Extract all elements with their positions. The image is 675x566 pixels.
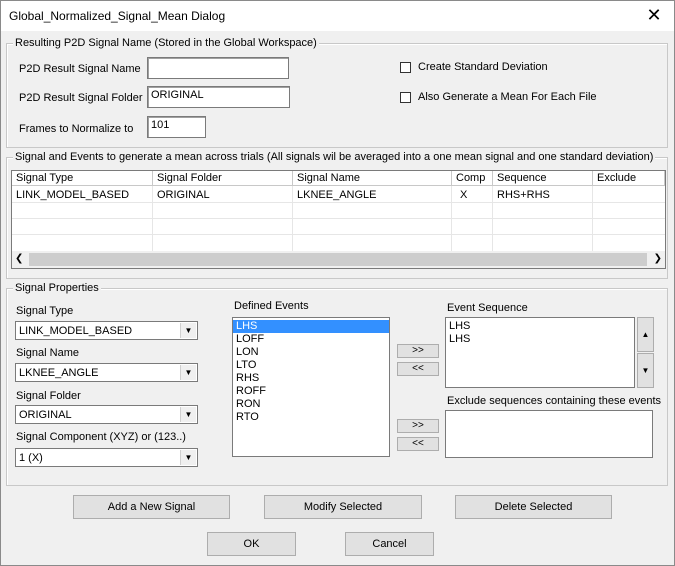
- result-name-input[interactable]: [147, 57, 289, 79]
- chevron-down-icon[interactable]: ▼: [180, 407, 196, 422]
- grid-row-line: [12, 218, 665, 219]
- cell-signal-folder: ORIGINAL: [157, 189, 210, 201]
- cell-signal-type: LINK_MODEL_BASED: [16, 189, 130, 201]
- event-sequence-list[interactable]: LHS LHS: [445, 317, 635, 388]
- window-title: Global_Normalized_Signal_Mean Dialog: [9, 9, 226, 23]
- scroll-right-icon[interactable]: ❯: [654, 253, 662, 264]
- grid-row-line: [12, 202, 665, 203]
- signals-group-label: Signal and Events to generate a mean acr…: [13, 151, 656, 163]
- move-down-button[interactable]: ▼: [637, 353, 654, 388]
- list-item[interactable]: LON: [233, 346, 389, 359]
- cell-comp: X: [460, 189, 468, 201]
- component-select[interactable]: 1 (X) ▼: [15, 448, 198, 467]
- list-item[interactable]: RHS: [233, 372, 389, 385]
- signal-folder-label: Signal Folder: [16, 390, 81, 402]
- signal-type-select[interactable]: LINK_MODEL_BASED ▼: [15, 321, 198, 340]
- horizontal-scrollbar[interactable]: ❮ ❯: [12, 251, 665, 268]
- std-dev-checkbox[interactable]: [400, 62, 411, 73]
- result-name-label: P2D Result Signal Name: [19, 63, 141, 75]
- result-folder-input[interactable]: ORIGINAL: [147, 86, 290, 108]
- mean-each-file-label: Also Generate a Mean For Each File: [418, 91, 597, 103]
- signal-name-label: Signal Name: [16, 347, 79, 359]
- component-value: 1 (X): [19, 452, 43, 464]
- cell-signal-name: LKNEE_ANGLE: [297, 189, 377, 201]
- signals-table[interactable]: Signal Type Signal Folder Signal Name Co…: [11, 170, 666, 269]
- column-header-comp[interactable]: Comp: [452, 171, 493, 186]
- cell-sequence: RHS+RHS: [497, 189, 550, 201]
- exclude-label: Exclude sequences containing these event…: [447, 395, 662, 407]
- std-dev-label: Create Standard Deviation: [418, 61, 548, 73]
- column-header-exclude[interactable]: Exclude: [593, 171, 665, 186]
- arrow-down-icon: ▼: [641, 366, 650, 375]
- list-item[interactable]: LTO: [233, 359, 389, 372]
- event-sequence-label: Event Sequence: [447, 302, 528, 314]
- title-bar: Global_Normalized_Signal_Mean Dialog ✕: [1, 1, 674, 31]
- list-item[interactable]: RON: [233, 398, 389, 411]
- properties-group-label: Signal Properties: [13, 282, 101, 294]
- mean-each-file-checkbox[interactable]: [400, 92, 411, 103]
- grid-row-line: [12, 234, 665, 235]
- defined-events-list[interactable]: LHS LOFF LON LTO RHS ROFF RON RTO: [232, 317, 390, 457]
- list-item[interactable]: LHS: [446, 320, 634, 333]
- column-header-sequence[interactable]: Sequence: [493, 171, 593, 186]
- dialog-window: Global_Normalized_Signal_Mean Dialog ✕ R…: [0, 0, 675, 566]
- signal-folder-select[interactable]: ORIGINAL ▼: [15, 405, 198, 424]
- move-up-button[interactable]: ▲: [637, 317, 654, 352]
- component-label: Signal Component (XYZ) or (123..): [16, 431, 186, 443]
- result-group-label: Resulting P2D Signal Name (Stored in the…: [13, 37, 319, 49]
- column-header-signal-folder[interactable]: Signal Folder: [153, 171, 293, 186]
- cancel-button[interactable]: Cancel: [345, 532, 434, 556]
- scroll-left-icon[interactable]: ❮: [15, 253, 23, 264]
- signal-type-value: LINK_MODEL_BASED: [19, 325, 133, 337]
- delete-selected-button[interactable]: Delete Selected: [455, 495, 612, 519]
- cell-exclude: [593, 188, 665, 202]
- signal-type-label: Signal Type: [16, 305, 74, 317]
- frames-label: Frames to Normalize to: [19, 123, 134, 135]
- close-icon[interactable]: ✕: [644, 5, 664, 25]
- remove-from-sequence-button[interactable]: <<: [397, 362, 439, 376]
- ok-button[interactable]: OK: [207, 532, 296, 556]
- exclude-events-list[interactable]: [445, 410, 653, 458]
- modify-selected-button[interactable]: Modify Selected: [264, 495, 422, 519]
- list-item[interactable]: ROFF: [233, 385, 389, 398]
- arrow-up-icon: ▲: [641, 330, 650, 339]
- add-to-sequence-button[interactable]: >>: [397, 344, 439, 358]
- add-to-exclude-button[interactable]: >>: [397, 419, 439, 433]
- result-folder-label: P2D Result Signal Folder: [19, 92, 143, 104]
- chevron-down-icon[interactable]: ▼: [180, 365, 196, 380]
- chevron-down-icon[interactable]: ▼: [180, 323, 196, 338]
- list-item[interactable]: LHS: [233, 320, 389, 333]
- signal-name-select[interactable]: LKNEE_ANGLE ▼: [15, 363, 198, 382]
- chevron-down-icon[interactable]: ▼: [180, 450, 196, 465]
- list-item[interactable]: LOFF: [233, 333, 389, 346]
- scrollbar-thumb[interactable]: [29, 253, 647, 266]
- signal-name-value: LKNEE_ANGLE: [19, 367, 99, 379]
- column-header-signal-type[interactable]: Signal Type: [12, 171, 153, 186]
- signal-folder-value: ORIGINAL: [19, 409, 72, 421]
- defined-events-label: Defined Events: [234, 300, 309, 312]
- remove-from-exclude-button[interactable]: <<: [397, 437, 439, 451]
- list-item[interactable]: LHS: [446, 333, 634, 346]
- list-item[interactable]: RTO: [233, 411, 389, 424]
- frames-input[interactable]: 101: [147, 116, 206, 138]
- add-signal-button[interactable]: Add a New Signal: [73, 495, 230, 519]
- column-header-signal-name[interactable]: Signal Name: [293, 171, 452, 186]
